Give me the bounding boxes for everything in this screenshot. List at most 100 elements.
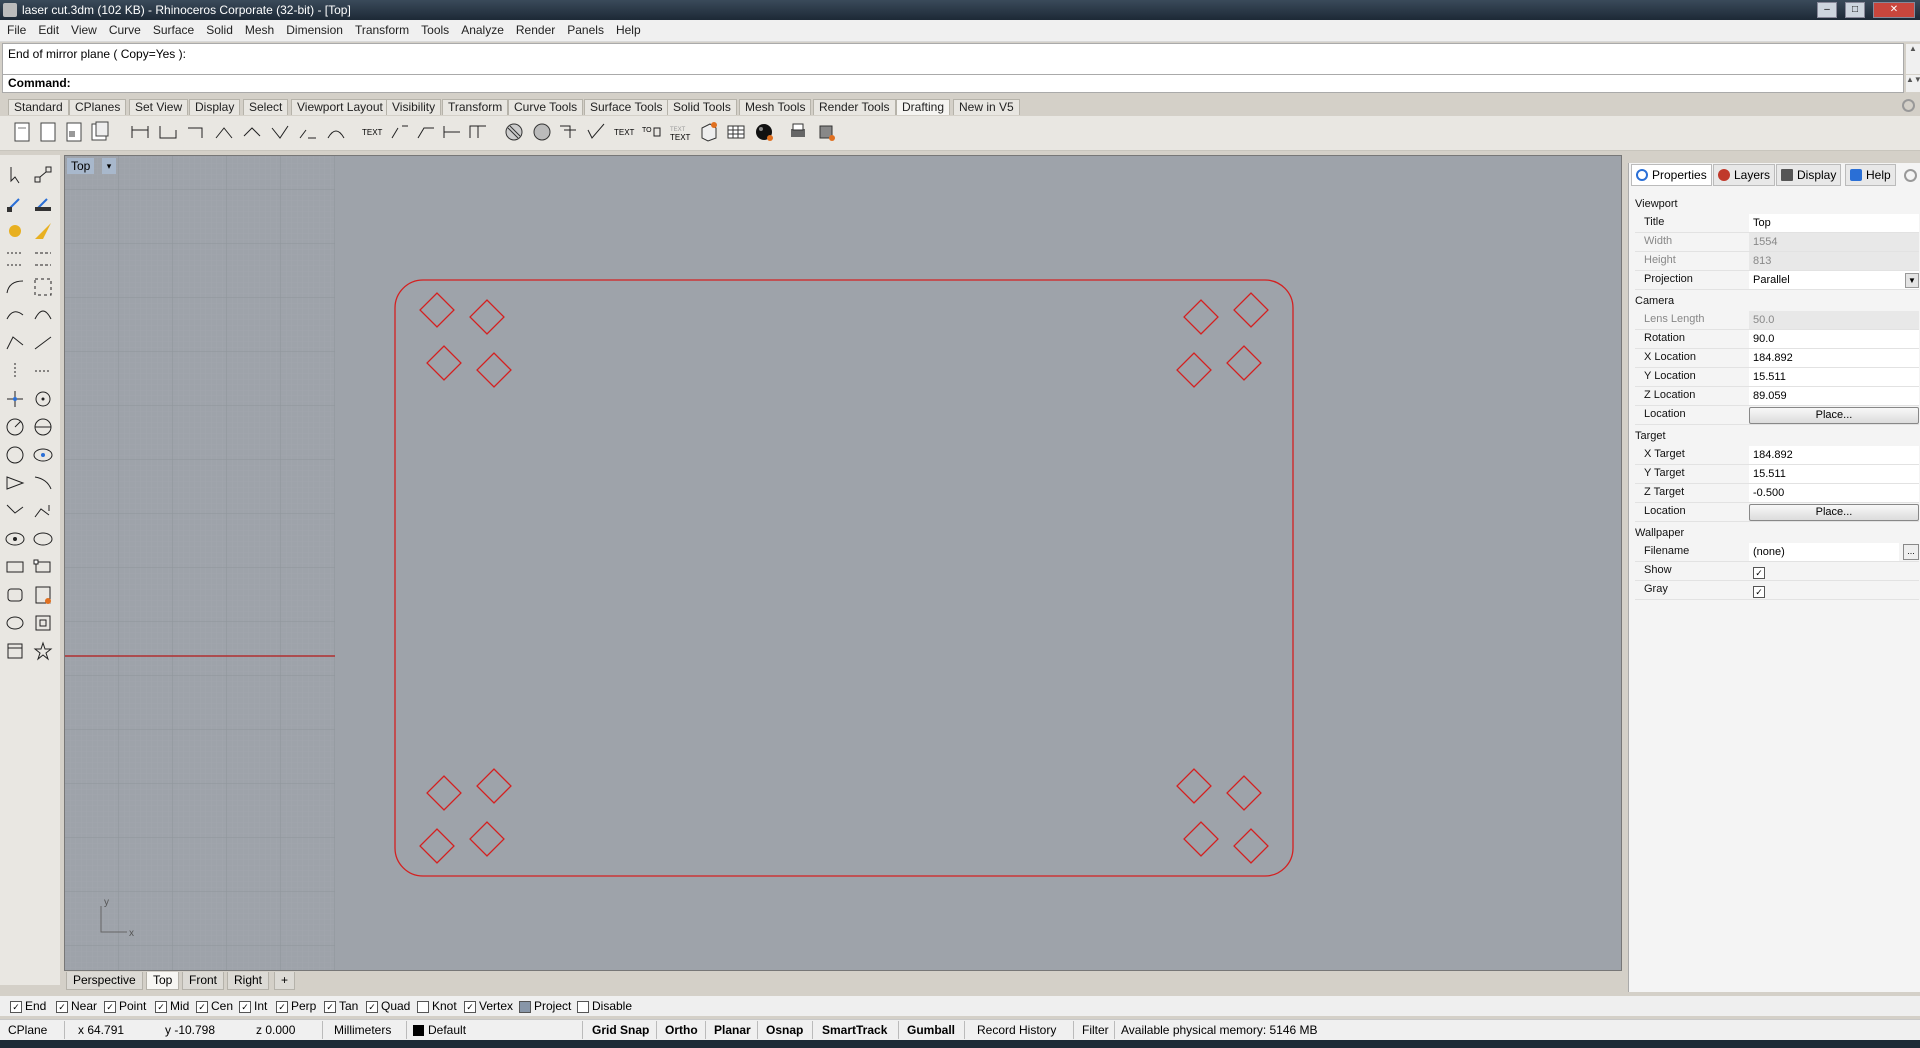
osnap-mid[interactable]: ✓ Mid (155, 999, 189, 1013)
units-label[interactable]: Millimeters (334, 1023, 391, 1037)
point-cloud-icon[interactable] (31, 191, 55, 215)
freeform-curve-icon[interactable] (3, 303, 27, 327)
osnap-int-checkbox[interactable]: ✓ (239, 1000, 251, 1013)
menu-render[interactable]: Render (509, 20, 560, 37)
aligned-dimension-icon[interactable] (156, 120, 180, 144)
z-target-field[interactable]: -0.500 (1749, 484, 1919, 502)
osnap-tan[interactable]: ✓ Tan (324, 999, 358, 1013)
point-icon[interactable] (3, 191, 27, 215)
osnap-quad-checkbox[interactable]: ✓ (366, 1000, 378, 1013)
osnap-disable-checkbox[interactable] (577, 1000, 589, 1013)
circle-center-icon[interactable] (31, 387, 55, 411)
line-icon[interactable] (3, 247, 27, 271)
target-place-button[interactable]: Place... (1749, 504, 1919, 521)
viewport-menu-arrow-icon[interactable]: ▾ (102, 158, 116, 174)
smarttrack-toggle[interactable]: SmartTrack (822, 1023, 887, 1037)
panel-options-gear-icon[interactable] (1904, 169, 1917, 182)
osnap-point-checkbox[interactable]: ✓ (104, 1000, 116, 1013)
grid-snap-toggle[interactable]: Grid Snap (592, 1023, 649, 1037)
curve-icon[interactable] (3, 275, 27, 299)
export-icon[interactable] (814, 120, 838, 144)
gray-checkbox[interactable]: ✓ (1753, 585, 1765, 598)
select-arrow-icon[interactable] (3, 163, 27, 187)
osnap-project-checkbox[interactable] (519, 1000, 531, 1013)
parabola-icon[interactable] (3, 471, 27, 495)
linear-dimension-icon[interactable] (128, 120, 152, 144)
offset-line-icon[interactable] (31, 359, 55, 383)
solid-icon[interactable] (3, 611, 27, 635)
menu-tools[interactable]: Tools (414, 20, 454, 37)
y-target-field[interactable]: 15.511 (1749, 465, 1919, 483)
add-viewport-tab-icon[interactable]: + (274, 972, 296, 990)
new-page-icon[interactable] (36, 120, 60, 144)
panel-tab-display[interactable]: Display (1776, 164, 1842, 186)
hatch-icon[interactable] (502, 120, 526, 144)
osnap-mid-checkbox[interactable]: ✓ (155, 1000, 167, 1013)
maximize-button[interactable]: □ (1845, 2, 1865, 18)
tab-select[interactable]: Select (243, 99, 289, 115)
detail-view-icon[interactable] (88, 120, 112, 144)
diameter-dimension-icon[interactable] (268, 120, 292, 144)
tab-solid-tools[interactable]: Solid Tools (667, 99, 737, 115)
osnap-toggle[interactable]: Osnap (766, 1023, 803, 1037)
menu-mesh[interactable]: Mesh (238, 20, 279, 37)
polygon-icon[interactable] (3, 331, 27, 355)
osnap-perp-checkbox[interactable]: ✓ (276, 1000, 288, 1013)
osnap-near-checkbox[interactable]: ✓ (56, 1000, 68, 1013)
box-icon[interactable] (3, 555, 27, 579)
osnap-vertex[interactable]: ✓ Vertex (464, 999, 513, 1013)
osnap-point[interactable]: ✓ Point (104, 999, 146, 1013)
menu-transform[interactable]: Transform (348, 20, 414, 37)
menu-view[interactable]: View (64, 20, 102, 37)
menu-curve[interactable]: Curve (102, 20, 146, 37)
rotated-dimension-icon[interactable] (184, 120, 208, 144)
menu-panels[interactable]: Panels (560, 20, 609, 37)
close-button[interactable]: ✕ (1873, 2, 1915, 18)
extrude-icon[interactable] (31, 555, 55, 579)
tab-transform[interactable]: Transform (442, 99, 509, 115)
point-line-icon[interactable] (3, 359, 27, 383)
projection-dropdown-icon[interactable]: ▼ (1905, 273, 1919, 288)
tab-cplanes[interactable]: CPlanes (69, 99, 127, 115)
ordinate-dimension-icon[interactable] (296, 120, 320, 144)
spiral-icon[interactable] (31, 499, 55, 523)
browse-filename-button[interactable]: ... (1903, 544, 1919, 560)
projection-select[interactable]: Parallel (1749, 271, 1919, 289)
tab-render-tools[interactable]: Render Tools (813, 99, 896, 115)
command-history-scrollbar[interactable]: ▲ (1906, 44, 1920, 74)
block-icon[interactable] (696, 120, 720, 144)
text-field-icon[interactable]: TEXT (612, 120, 636, 144)
panel-tab-layers[interactable]: Layers (1713, 164, 1776, 186)
tab-visibility[interactable]: Visibility (386, 99, 442, 115)
rectangle-icon[interactable] (3, 527, 27, 551)
leader-icon[interactable] (324, 120, 348, 144)
hatch-pattern-icon[interactable] (530, 120, 554, 144)
mesh-icon[interactable] (3, 639, 27, 663)
text-edit-icon[interactable]: TEXTTEXT (668, 120, 692, 144)
filter-toggle[interactable]: Filter (1082, 1023, 1109, 1037)
current-layer[interactable]: Default (413, 1023, 466, 1037)
menu-solid[interactable]: Solid (199, 20, 238, 37)
command-line[interactable]: Command: ▲▼ (2, 74, 1920, 93)
surface-icon[interactable] (3, 583, 27, 607)
show-checkbox[interactable]: ✓ (1753, 566, 1765, 579)
cplane-label[interactable]: CPlane (8, 1023, 47, 1037)
y-location-field[interactable]: 15.511 (1749, 368, 1919, 386)
rounded-rectangle-icon[interactable] (31, 527, 55, 551)
filename-field[interactable]: (none) (1749, 543, 1899, 561)
tab-perspective[interactable]: Perspective (66, 972, 143, 990)
osnap-cen[interactable]: ✓ Cen (196, 999, 233, 1013)
menu-help[interactable]: Help (609, 20, 646, 37)
surface-tools-icon[interactable] (31, 583, 55, 607)
tab-curve-tools[interactable]: Curve Tools (508, 99, 584, 115)
tab-front[interactable]: Front (182, 972, 225, 990)
ellipse-icon[interactable] (3, 443, 27, 467)
osnap-perp[interactable]: ✓ Perp (276, 999, 316, 1013)
circle-icon[interactable] (3, 415, 27, 439)
viewport-canvas[interactable]: y x (65, 156, 1621, 970)
ortho-toggle[interactable]: Ortho (665, 1023, 698, 1037)
osnap-end[interactable]: ✓ End (10, 999, 46, 1013)
menu-dimension[interactable]: Dimension (279, 20, 348, 37)
section-icon[interactable] (466, 120, 490, 144)
menu-edit[interactable]: Edit (31, 20, 64, 37)
